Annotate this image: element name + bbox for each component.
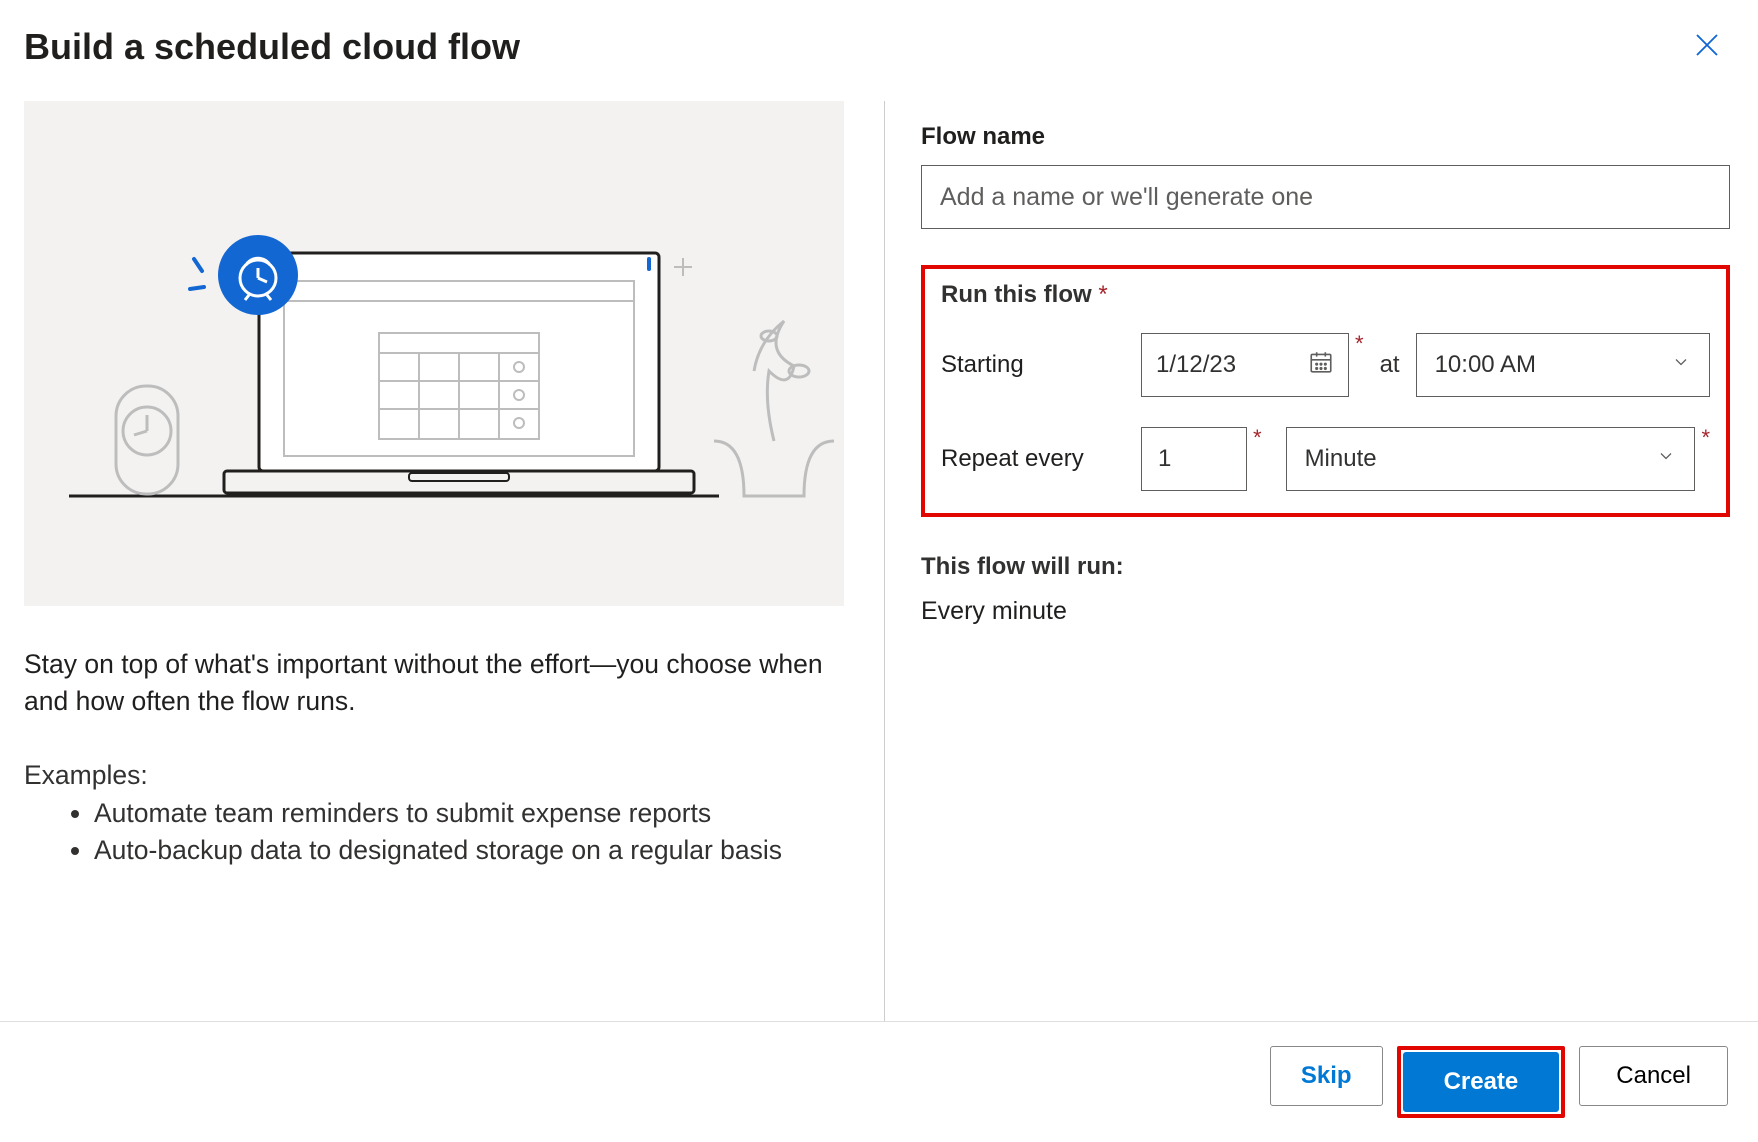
cancel-button[interactable]: Cancel bbox=[1579, 1046, 1728, 1106]
flow-name-input[interactable] bbox=[921, 165, 1730, 229]
at-label: at bbox=[1374, 351, 1416, 379]
create-button[interactable]: Create bbox=[1403, 1052, 1560, 1112]
skip-button[interactable]: Skip bbox=[1270, 1046, 1383, 1106]
chevron-down-icon bbox=[1656, 445, 1676, 473]
run-flow-label: Run this flow * bbox=[941, 281, 1710, 309]
start-date-value: 1/12/23 bbox=[1156, 351, 1236, 379]
calendar-icon bbox=[1308, 349, 1334, 382]
example-item: Auto-backup data to designated storage o… bbox=[94, 832, 844, 869]
chevron-down-icon bbox=[1671, 351, 1691, 379]
illustration bbox=[24, 101, 844, 606]
repeat-unit-select[interactable]: Minute bbox=[1286, 427, 1696, 491]
summary-label: This flow will run: bbox=[921, 553, 1730, 581]
repeat-count-value: 1 bbox=[1158, 445, 1171, 473]
examples-label: Examples: bbox=[24, 760, 844, 791]
required-asterisk: * bbox=[1355, 333, 1364, 355]
repeat-count-field[interactable]: 1 bbox=[1141, 427, 1247, 491]
close-button[interactable] bbox=[1686, 24, 1728, 69]
example-item: Automate team reminders to submit expens… bbox=[94, 795, 844, 832]
required-asterisk: * bbox=[1253, 427, 1262, 449]
repeat-label: Repeat every bbox=[941, 445, 1141, 473]
right-panel: Flow name Run this flow * Starting 1/12/… bbox=[921, 101, 1734, 1021]
start-date-field[interactable]: 1/12/23 bbox=[1141, 333, 1349, 397]
scheduled-flow-dialog: Build a scheduled cloud flow bbox=[0, 0, 1758, 1114]
create-highlight-box: Create bbox=[1397, 1046, 1566, 1118]
dialog-header: Build a scheduled cloud flow bbox=[0, 0, 1758, 85]
start-time-select[interactable]: 10:00 AM bbox=[1416, 333, 1710, 397]
examples-list: Automate team reminders to submit expens… bbox=[24, 795, 844, 869]
run-flow-label-text: Run this flow bbox=[941, 281, 1092, 308]
starting-row: Starting 1/12/23 bbox=[941, 333, 1710, 397]
intro-text: Stay on top of what's important without … bbox=[24, 646, 844, 720]
flow-name-label: Flow name bbox=[921, 123, 1730, 151]
close-icon bbox=[1692, 48, 1722, 63]
dialog-body: Stay on top of what's important without … bbox=[0, 85, 1758, 1021]
required-asterisk: * bbox=[1098, 281, 1107, 308]
left-panel: Stay on top of what's important without … bbox=[24, 101, 884, 1021]
starting-label: Starting bbox=[941, 351, 1141, 379]
summary-text: Every minute bbox=[921, 597, 1730, 626]
start-time-value: 10:00 AM bbox=[1435, 351, 1536, 379]
required-asterisk: * bbox=[1701, 427, 1710, 449]
dialog-title: Build a scheduled cloud flow bbox=[24, 26, 520, 68]
dialog-footer: Skip Create Cancel bbox=[0, 1021, 1758, 1142]
panel-divider bbox=[884, 101, 885, 1021]
schedule-highlight-box: Run this flow * Starting 1/12/23 bbox=[921, 265, 1730, 517]
repeat-unit-value: Minute bbox=[1305, 445, 1377, 473]
laptop-illustration-icon bbox=[24, 101, 844, 606]
repeat-row: Repeat every 1 * Minute * bbox=[941, 427, 1710, 491]
